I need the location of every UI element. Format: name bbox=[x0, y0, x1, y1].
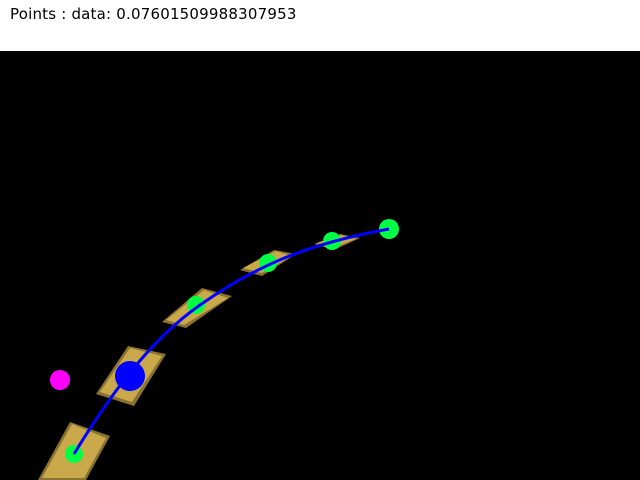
control-points[interactable] bbox=[65, 219, 399, 463]
status-header: Points : data: 0.07601509988307953 bbox=[0, 0, 640, 51]
scene-canvas[interactable] bbox=[0, 51, 640, 480]
points-data-readout: Points : data: 0.07601509988307953 bbox=[10, 5, 297, 23]
robot-segments bbox=[38, 234, 360, 480]
spline-curve bbox=[72, 227, 390, 455]
target-point[interactable] bbox=[50, 370, 70, 390]
drag-handle[interactable] bbox=[115, 361, 145, 391]
3d-viewport[interactable] bbox=[0, 51, 640, 480]
